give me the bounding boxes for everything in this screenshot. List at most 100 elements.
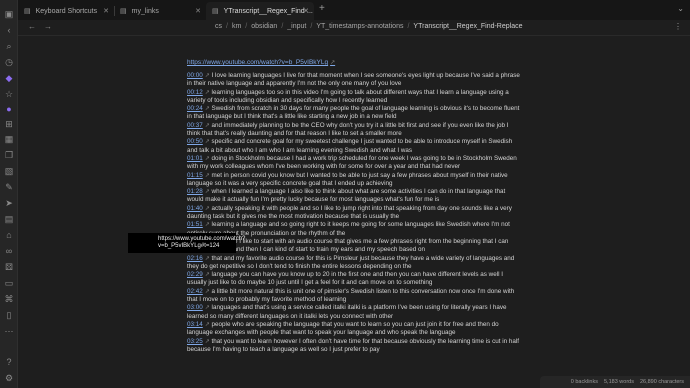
- transcript-paragraph: 01:15 ↗ met in person covid you know but …: [187, 172, 520, 189]
- tab-my-links[interactable]: ▤ my_links ✕: [114, 2, 206, 20]
- tab-label: YTranscript__Regex_Find-...: [223, 7, 313, 15]
- external-link-icon: ↗: [204, 122, 210, 129]
- timestamp-link[interactable]: 00:00: [187, 72, 203, 79]
- timestamp-link[interactable]: 02:29: [187, 271, 203, 278]
- dice-icon[interactable]: ⚄: [3, 261, 15, 273]
- transcript-paragraph: 00:00 ↗ I love learning languages I live …: [187, 72, 520, 89]
- timestamp-link[interactable]: 00:24: [187, 105, 203, 112]
- external-link-icon: ↗: [204, 73, 210, 79]
- transcript-text: a little bit more natural this is unit o…: [187, 287, 515, 304]
- link-icon[interactable]: ∞: [3, 245, 15, 257]
- breadcrumb-separator: /: [245, 23, 248, 30]
- help-icon[interactable]: ?: [3, 356, 15, 368]
- image-icon[interactable]: ▧: [3, 165, 15, 177]
- external-link-icon: ↗: [204, 89, 210, 96]
- left-ribbon: ▣ ‹ ⌕ ◷ ◆ ☆ ● ⊞ ▦ ❐ ▧ ✎ ➤ ▤ ⌂ ∞ ⚄ ▭ ⌘ ▯ …: [0, 0, 18, 388]
- breadcrumb-separator: /: [310, 23, 313, 30]
- left-sidebar-toggle-icon[interactable]: ▣: [3, 8, 15, 20]
- timestamp-link[interactable]: 02:42: [187, 288, 203, 295]
- external-link-icon: ↗: [330, 60, 336, 66]
- external-link-icon: ↗: [204, 272, 210, 279]
- timestamp-link[interactable]: 03:00: [187, 304, 203, 311]
- transcript-text: that and my favorite audio course for th…: [187, 254, 515, 270]
- file-icon: ▤: [24, 8, 31, 15]
- close-icon[interactable]: ✕: [103, 7, 109, 15]
- chevron-down-icon[interactable]: ⌄: [677, 4, 684, 13]
- breadcrumb-item[interactable]: km: [232, 23, 241, 30]
- timestamp-link[interactable]: 00:12: [187, 89, 203, 96]
- dots-icon[interactable]: ⋯: [3, 325, 15, 337]
- timestamp-link[interactable]: 01:28: [187, 188, 203, 195]
- transcript: 00:00 ↗ I love learning languages I live …: [187, 72, 520, 354]
- timestamp-link[interactable]: 01:15: [187, 172, 203, 179]
- transcript-text: language you can have you know up to 20 …: [187, 271, 504, 287]
- star-icon[interactable]: ☆: [3, 88, 15, 100]
- transcript-paragraph: 02:16 ↗ that and my favorite audio course…: [187, 255, 520, 272]
- template-icon[interactable]: ▤: [3, 213, 15, 225]
- breadcrumb-current: YTranscript__Regex_Find-Replace: [413, 23, 523, 30]
- external-link-icon: ↗: [204, 288, 210, 295]
- transcript-text: when I learned a language I also like to…: [187, 188, 506, 204]
- breadcrumb-item[interactable]: cs: [215, 23, 222, 30]
- close-icon[interactable]: ✕: [303, 7, 309, 15]
- timestamp-link[interactable]: 03:25: [187, 338, 203, 345]
- close-icon[interactable]: ✕: [195, 7, 201, 15]
- breadcrumb: cs / km / obsidian / _input / YT_timestamps-anno…: [215, 23, 523, 30]
- code-icon[interactable]: ⌘: [3, 293, 15, 305]
- doc-icon[interactable]: ▯: [3, 309, 15, 321]
- transcript-text: doing in Stockholm because I had a work …: [187, 154, 517, 171]
- transcript-paragraph: 00:12 ↗ learning languages too so in this…: [187, 89, 520, 106]
- tab-ytranscript[interactable]: ▤ YTranscript__Regex_Find-... ✕: [206, 2, 314, 20]
- forward-arrow-icon[interactable]: →: [44, 22, 52, 31]
- backlinks-count[interactable]: 0 backlinks: [571, 379, 598, 385]
- transcript-text: languages and that's using a service cal…: [187, 304, 507, 320]
- external-link-icon: ↗: [204, 338, 210, 345]
- external-link-icon: ↗: [204, 205, 210, 212]
- tab-label: Keyboard Shortcuts: [35, 7, 98, 15]
- external-link-icon: ↗: [204, 255, 210, 262]
- timestamp-link[interactable]: 00:37: [187, 122, 203, 129]
- search-icon[interactable]: ⌕: [3, 40, 15, 52]
- tooltip-line: v=b_P5vIBkYLg#t=124: [158, 243, 220, 249]
- calendar-icon[interactable]: ▦: [3, 133, 15, 145]
- back-arrow-icon[interactable]: ←: [28, 22, 36, 31]
- external-link-icon: ↗: [204, 321, 210, 328]
- timestamp-link[interactable]: 00:50: [187, 138, 203, 145]
- transcript-paragraph: 00:24 ↗ Swedish from scratch in 30 days f…: [187, 105, 520, 122]
- external-link-icon: ↗: [204, 139, 210, 146]
- chevron-left-icon[interactable]: ‹: [3, 24, 15, 36]
- timestamp-link[interactable]: 01:01: [187, 155, 203, 162]
- tag-icon[interactable]: ⌂: [3, 229, 15, 241]
- transcript-text: met in person covid you know but I wante…: [187, 171, 508, 187]
- transcript-paragraph: 00:50 ↗ specific and concrete goal for my…: [187, 138, 520, 155]
- transcript-paragraph: 03:00 ↗ languages and that's using a serv…: [187, 304, 520, 321]
- more-options-icon[interactable]: ⋮: [674, 22, 682, 31]
- timestamp-link[interactable]: 02:16: [187, 255, 203, 262]
- timestamp-link[interactable]: 03:14: [187, 321, 203, 328]
- breadcrumb-item[interactable]: _input: [287, 23, 306, 30]
- external-link-icon: ↗: [204, 305, 210, 312]
- send-icon[interactable]: ➤: [3, 197, 15, 209]
- obsidian-logo-icon[interactable]: ◆: [3, 72, 15, 84]
- new-tab-icon[interactable]: +: [319, 3, 325, 14]
- obsidian-window: ▣ ‹ ⌕ ◷ ◆ ☆ ● ⊞ ▦ ❐ ▧ ✎ ➤ ▤ ⌂ ∞ ⚄ ▭ ⌘ ▯ …: [0, 0, 690, 388]
- link-tooltip: https://www.youtube.com/watch? v=b_P5vIB…: [128, 233, 245, 253]
- transcript-paragraph: 01:28 ↗ when I learned a language I also …: [187, 188, 520, 205]
- transcript-text: Swedish from scratch in 30 days for many…: [187, 105, 520, 121]
- clipboard-icon[interactable]: ▭: [3, 277, 15, 289]
- pen-icon[interactable]: ✎: [3, 181, 15, 193]
- transcript-paragraph: 03:14 ↗ people who are speaking the langu…: [187, 321, 520, 338]
- breadcrumb-item[interactable]: obsidian: [251, 23, 277, 30]
- grid-icon[interactable]: ⊞: [3, 118, 15, 130]
- file-icon: ▤: [212, 8, 219, 15]
- transcript-text: specific and concrete goal for my sweete…: [187, 138, 513, 154]
- timestamp-link[interactable]: 01:40: [187, 205, 203, 212]
- timestamp-link[interactable]: 01:51: [187, 221, 203, 228]
- settings-icon[interactable]: ⚙: [3, 372, 15, 384]
- copy-icon[interactable]: ❐: [3, 149, 15, 161]
- clock-icon[interactable]: ◷: [3, 56, 15, 68]
- purple-plugin-icon[interactable]: ●: [3, 103, 15, 115]
- tab-keyboard-shortcuts[interactable]: ▤ Keyboard Shortcuts ✕: [18, 2, 115, 20]
- video-url-link[interactable]: https://www.youtube.com/watch?v=b_P5vIBk…: [187, 59, 328, 66]
- breadcrumb-item[interactable]: YT_timestamps-annotations: [316, 23, 403, 30]
